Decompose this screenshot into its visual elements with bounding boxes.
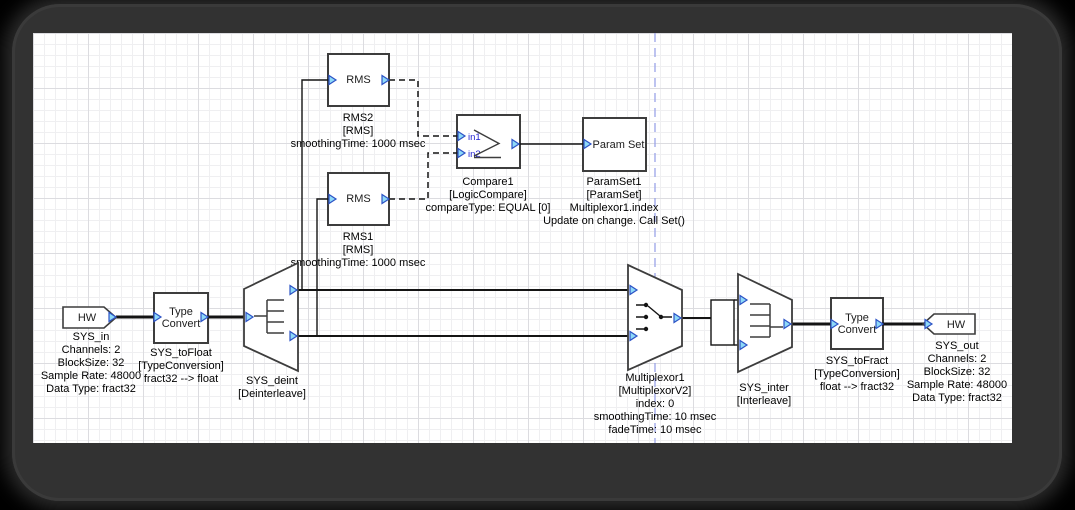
caption-line: SYS_deint bbox=[157, 375, 387, 388]
mux-input1-pin-icon[interactable] bbox=[630, 286, 637, 295]
caption-line: BlockSize: 32 bbox=[842, 366, 1072, 379]
block-paramset1[interactable]: Param Set bbox=[582, 117, 647, 172]
caption-line: smoothingTime: 1000 msec bbox=[243, 257, 473, 270]
caption-line: Update on change. Call Set() bbox=[499, 215, 729, 228]
deint-output2-pin-icon[interactable] bbox=[290, 332, 297, 341]
block-hw-in[interactable]: HW bbox=[63, 307, 116, 328]
inter-output-pin-icon[interactable] bbox=[784, 320, 791, 329]
deint-input-pin-icon[interactable] bbox=[246, 313, 253, 322]
hw-out-label: HW bbox=[947, 319, 966, 331]
caption-line: ParamSet1 bbox=[499, 176, 729, 189]
caption-line: [RMS] bbox=[243, 244, 473, 257]
deint-output1-pin-icon[interactable] bbox=[290, 286, 297, 295]
caption-rms2: RMS2 [RMS] smoothingTime: 1000 msec bbox=[243, 112, 473, 151]
caption-line: smoothingTime: 10 msec bbox=[540, 411, 770, 424]
caption-line: SYS_in bbox=[0, 331, 206, 344]
diagram-canvas[interactable]: RMS RMS in1 in2 Param Set Type Convert T… bbox=[33, 33, 1012, 443]
block-hw-out[interactable]: HW bbox=[923, 314, 975, 334]
deinterleave-icon bbox=[254, 300, 284, 333]
block-typeconvert-left-label: Type Convert bbox=[160, 306, 202, 330]
caption-line: [RMS] bbox=[243, 125, 473, 138]
caption-line: fadeTime: 10 msec bbox=[540, 424, 770, 437]
caption-line: SYS_toFloat bbox=[66, 347, 296, 360]
block-multiplexor1[interactable] bbox=[628, 265, 682, 370]
caption-line: Channels: 2 bbox=[842, 353, 1072, 366]
caption-line: smoothingTime: 1000 msec bbox=[243, 138, 473, 151]
hw-in-label: HW bbox=[78, 312, 97, 324]
block-typeconvert-right-label: Type Convert bbox=[836, 312, 878, 336]
caption-deint: SYS_deint [Deinterleave] bbox=[157, 375, 387, 401]
caption-line: [TypeConversion] bbox=[66, 360, 296, 373]
caption-line: RMS2 bbox=[243, 112, 473, 125]
interleave-icon bbox=[750, 304, 783, 337]
hw-out-shape[interactable] bbox=[923, 314, 975, 334]
caption-rms1: RMS1 [RMS] smoothingTime: 1000 msec bbox=[243, 231, 473, 270]
caption-sys-out: SYS_out Channels: 2 BlockSize: 32 Sample… bbox=[842, 340, 1072, 405]
caption-line: [ParamSet] bbox=[499, 189, 729, 202]
mux-switch-icon bbox=[636, 303, 672, 331]
inter-input1-pin-icon[interactable] bbox=[740, 296, 747, 305]
block-rms2-label: RMS bbox=[346, 74, 370, 86]
caption-line: SYS_out bbox=[842, 340, 1072, 353]
mux-output-pin-icon[interactable] bbox=[674, 314, 681, 323]
hw-out-input-pin-icon[interactable] bbox=[925, 320, 932, 329]
block-rms2[interactable]: RMS bbox=[327, 53, 390, 107]
caption-line: Data Type: fract32 bbox=[842, 392, 1072, 405]
caption-line: Multiplexor1.index bbox=[499, 202, 729, 215]
hw-in-shape[interactable] bbox=[63, 307, 116, 328]
caption-paramset1: ParamSet1 [ParamSet] Multiplexor1.index … bbox=[499, 176, 729, 228]
block-paramset1-label: Param Set bbox=[593, 139, 645, 151]
wire-split-junction[interactable] bbox=[711, 300, 734, 345]
caption-line: RMS1 bbox=[243, 231, 473, 244]
mux-input2-pin-icon[interactable] bbox=[630, 332, 637, 341]
caption-line: Sample Rate: 48000 bbox=[842, 379, 1072, 392]
inter-input2-pin-icon[interactable] bbox=[740, 341, 747, 350]
compare1-in2-port-label: in2 bbox=[468, 150, 481, 160]
caption-line: [Deinterleave] bbox=[157, 388, 387, 401]
hw-in-output-pin-icon[interactable] bbox=[109, 313, 116, 322]
block-rms1-label: RMS bbox=[346, 193, 370, 205]
